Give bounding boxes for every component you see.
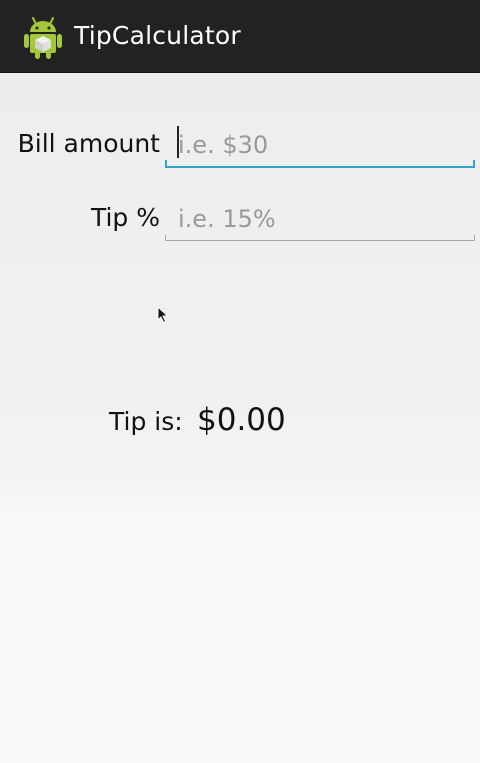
bill-amount-label: Bill amount: [17, 129, 160, 158]
text-caret: [177, 126, 179, 158]
tip-result-label: Tip is:: [109, 407, 183, 436]
tip-result-value: $0.00: [197, 402, 286, 438]
tip-percent-underline: [165, 235, 475, 241]
tip-percent-label: Tip %: [90, 203, 160, 232]
tip-percent-input[interactable]: [166, 201, 474, 237]
action-bar: TipCalculator: [0, 0, 480, 73]
app-title: TipCalculator: [74, 21, 241, 50]
mouse-pointer-icon: [157, 306, 169, 324]
android-icon[interactable]: [23, 15, 63, 59]
bill-amount-underline: [165, 160, 475, 168]
bill-amount-input[interactable]: [166, 127, 474, 163]
